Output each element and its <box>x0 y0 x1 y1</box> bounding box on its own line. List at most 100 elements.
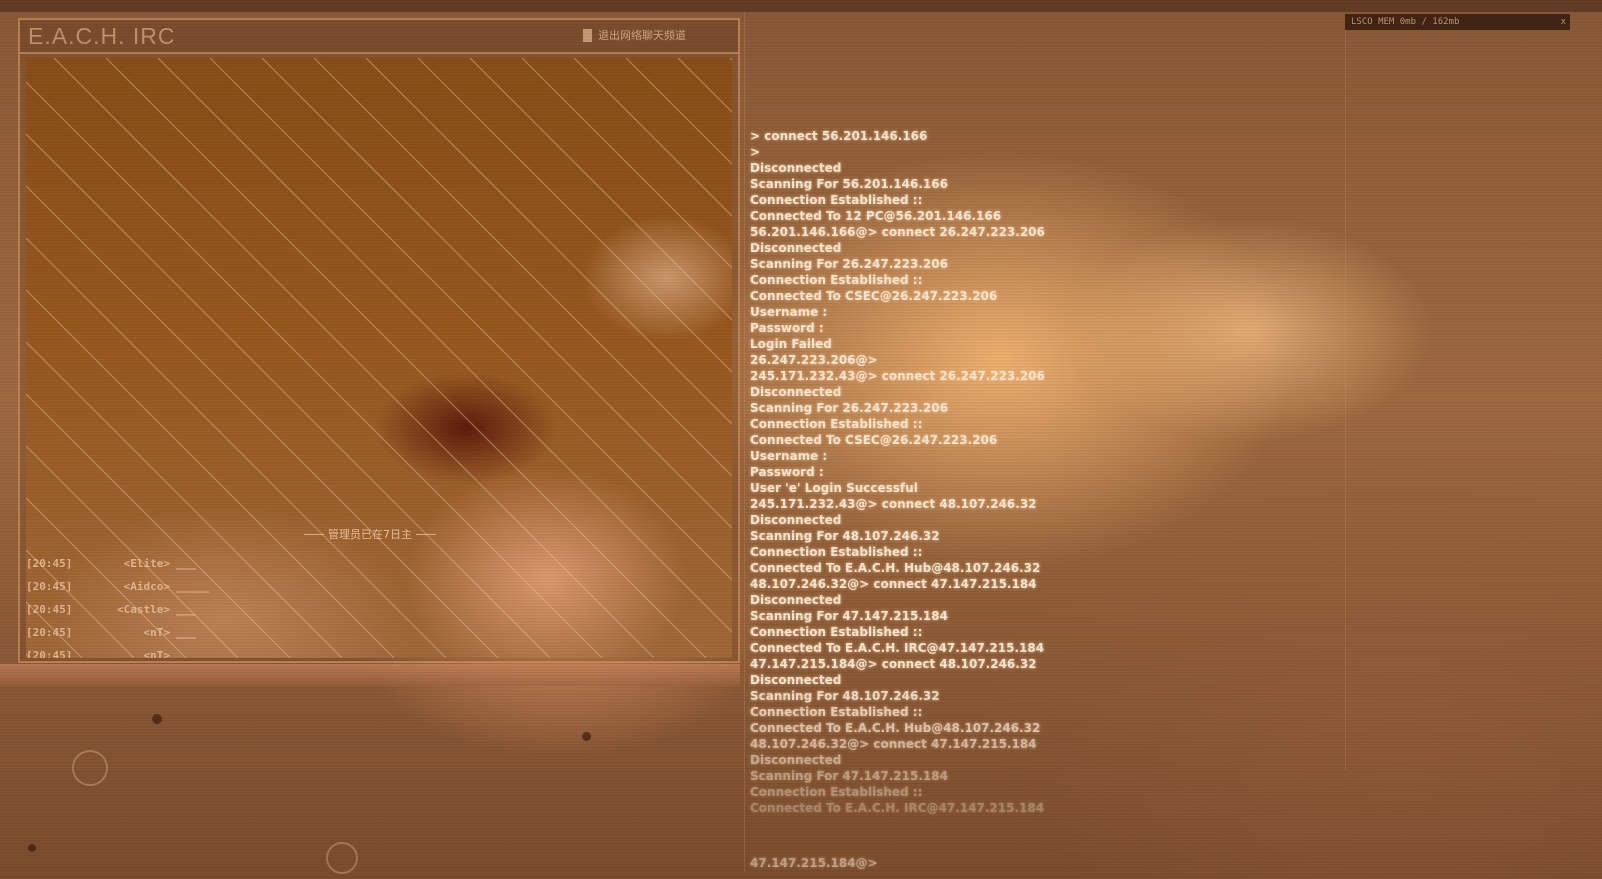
message-time: [20:45] <box>26 580 73 593</box>
stripe-line <box>573 58 732 217</box>
irc-chat-area: 管理员已在7日主 [20:45] <Elite> ___ [20:45] <Aidco>… <box>26 58 732 658</box>
stripe-line <box>521 58 732 269</box>
terminal-line: 56.201.146.166@> connect 26.247.223.206 <box>750 225 1045 239</box>
message-nick: <Aidco> <box>123 580 170 593</box>
terminal-line: Connection Established :: <box>750 545 923 559</box>
decor-dot <box>152 714 162 724</box>
terminal-line: Disconnected <box>750 161 842 175</box>
irc-message-row: [20:45] <Aidco> _____ <box>26 575 209 598</box>
terminal-line: Disconnected <box>750 673 842 687</box>
irc-message-row: [20:45] <nT> _____ <box>26 644 209 658</box>
terminal-line: Connection Established :: <box>750 785 923 799</box>
memory-readout: LSCO MEM 0mb / 162mb x <box>1345 14 1570 30</box>
terminal-line: Username : <box>750 305 828 319</box>
desktop: LSCO MEM 0mb / 162mb x E.A.C.H. IRC 退出网络… <box>0 0 1602 879</box>
message-nick: <nT> <box>143 626 171 639</box>
terminal-line: Disconnected <box>750 241 842 255</box>
terminal-line: Password : <box>750 321 824 335</box>
terminal-line: Scanning For 48.107.246.32 <box>750 529 940 543</box>
stripe-line <box>365 58 732 425</box>
terminal-line: Scanning For 47.147.215.184 <box>750 769 948 783</box>
terminal-line: 48.107.246.32@> connect 47.147.215.184 <box>750 737 1037 751</box>
terminal-line: Login Failed <box>750 337 832 351</box>
terminal-line: Scanning For 56.201.146.166 <box>750 177 948 191</box>
message-text: _____ <box>176 580 210 593</box>
terminal-line: 47.147.215.184@> connect 48.107.246.32 <box>750 657 1037 671</box>
irc-message-row: [20:45] <Castle> ___ <box>26 598 209 621</box>
terminal-line: Connected To 12 PC@56.201.146.166 <box>750 209 1002 223</box>
decor-dot <box>28 844 36 852</box>
stripe-line <box>729 58 732 61</box>
terminal-line: 26.247.223.206@> <box>750 353 878 367</box>
terminal-line: Scanning For 48.107.246.32 <box>750 689 940 703</box>
terminal-line: Connected To E.A.C.H. IRC@47.147.215.184 <box>750 641 1045 655</box>
decor-dot <box>582 732 591 741</box>
terminal-line: Scanning For 26.247.223.206 <box>750 401 948 415</box>
irc-message-row: [20:45] <nT> ___ <box>26 621 209 644</box>
message-nick: <Elite> <box>123 557 170 570</box>
terminal-line: > connect 56.201.146.166 <box>750 129 928 143</box>
tag-line-right <box>416 533 436 535</box>
terminal-line: > <box>750 145 761 159</box>
stripe-line <box>625 58 732 165</box>
terminal-line: Connected To E.A.C.H. Hub@48.107.246.32 <box>750 721 1041 735</box>
memory-readout-label: LSCO MEM 0mb / 162mb <box>1351 17 1460 27</box>
terminal-line: Scanning For 47.147.215.184 <box>750 609 948 623</box>
tag-line-left <box>304 533 324 535</box>
terminal-lines: > connect 56.201.146.166 > Disconnected Sca… <box>750 128 1310 816</box>
stripe-line <box>261 58 732 529</box>
terminal-line: Connected To CSEC@26.247.223.206 <box>750 433 998 447</box>
stripe-line <box>209 58 732 581</box>
terminal-line: Connection Established :: <box>750 625 923 639</box>
message-text: _____ <box>176 649 210 658</box>
terminal-line: User 'e' Login Successful <box>750 481 918 495</box>
decor-ring <box>326 842 358 874</box>
message-text: ___ <box>176 603 196 616</box>
irc-message-log: [20:45] <Elite> ___ [20:45] <Aidco> _____ [20:… <box>26 552 209 658</box>
irc-window: E.A.C.H. IRC 退出网络聊天频道 管理员已在7日主 [20:45] <E… <box>18 18 740 663</box>
exit-icon <box>583 28 592 42</box>
message-nick: <nT> <box>143 649 171 658</box>
terminal-line: 48.107.246.32@> connect 47.147.215.184 <box>750 577 1037 591</box>
stripe-line <box>677 58 732 113</box>
terminal-line: Connected To E.A.C.H. IRC@47.147.215.184 <box>750 801 1045 815</box>
center-tag-label: 管理员已在7日主 <box>328 528 412 541</box>
terminal-output: > connect 56.201.146.166 > Disconnected Sca… <box>750 128 1310 871</box>
terminal-line: Connection Established :: <box>750 273 923 287</box>
terminal-line: Connected To CSEC@26.247.223.206 <box>750 289 998 303</box>
close-icon[interactable]: x <box>1561 14 1566 30</box>
terminal-line: Disconnected <box>750 753 842 767</box>
terminal-line: Disconnected <box>750 385 842 399</box>
message-time: [20:45] <box>26 649 73 658</box>
exit-irc-button[interactable]: 退出网络聊天频道 <box>583 27 686 43</box>
terminal-line: Connection Established :: <box>750 417 923 431</box>
message-time: [20:45] <box>26 557 73 570</box>
terminal-line: Connected To E.A.C.H. Hub@48.107.246.32 <box>750 561 1041 575</box>
terminal-line: Password : <box>750 465 824 479</box>
panel-divider <box>744 12 745 872</box>
terminal-line: Scanning For 26.247.223.206 <box>750 257 948 271</box>
top-strip <box>0 0 1602 12</box>
terminal-line: Username : <box>750 449 828 463</box>
irc-titlebar: E.A.C.H. IRC 退出网络聊天频道 <box>20 20 738 54</box>
terminal-line: Disconnected <box>750 513 842 527</box>
message-time: [20:45] <box>26 626 73 639</box>
terminal-line: Connection Established :: <box>750 193 923 207</box>
stripe-line <box>417 58 732 373</box>
center-tag: 管理员已在7日主 <box>304 526 436 542</box>
message-text: ___ <box>176 626 196 639</box>
stripe-line <box>313 58 732 477</box>
irc-bottom-bar <box>0 664 740 686</box>
message-time: [20:45] <box>26 603 73 616</box>
irc-title: E.A.C.H. IRC <box>28 23 176 49</box>
terminal-line: 245.171.232.43@> connect 48.107.246.32 <box>750 497 1037 511</box>
terminal-line: Disconnected <box>750 593 842 607</box>
decor-ring <box>72 750 108 786</box>
exit-irc-label: 退出网络聊天频道 <box>598 29 686 42</box>
terminal-prompt[interactable]: 47.147.215.184@> <box>750 855 878 871</box>
stripe-line <box>157 58 732 633</box>
panel-divider-right <box>1345 30 1346 770</box>
message-text: ___ <box>176 557 196 570</box>
terminal-line: 245.171.232.43@> connect 26.247.223.206 <box>750 369 1045 383</box>
terminal-line: Connection Established :: <box>750 705 923 719</box>
